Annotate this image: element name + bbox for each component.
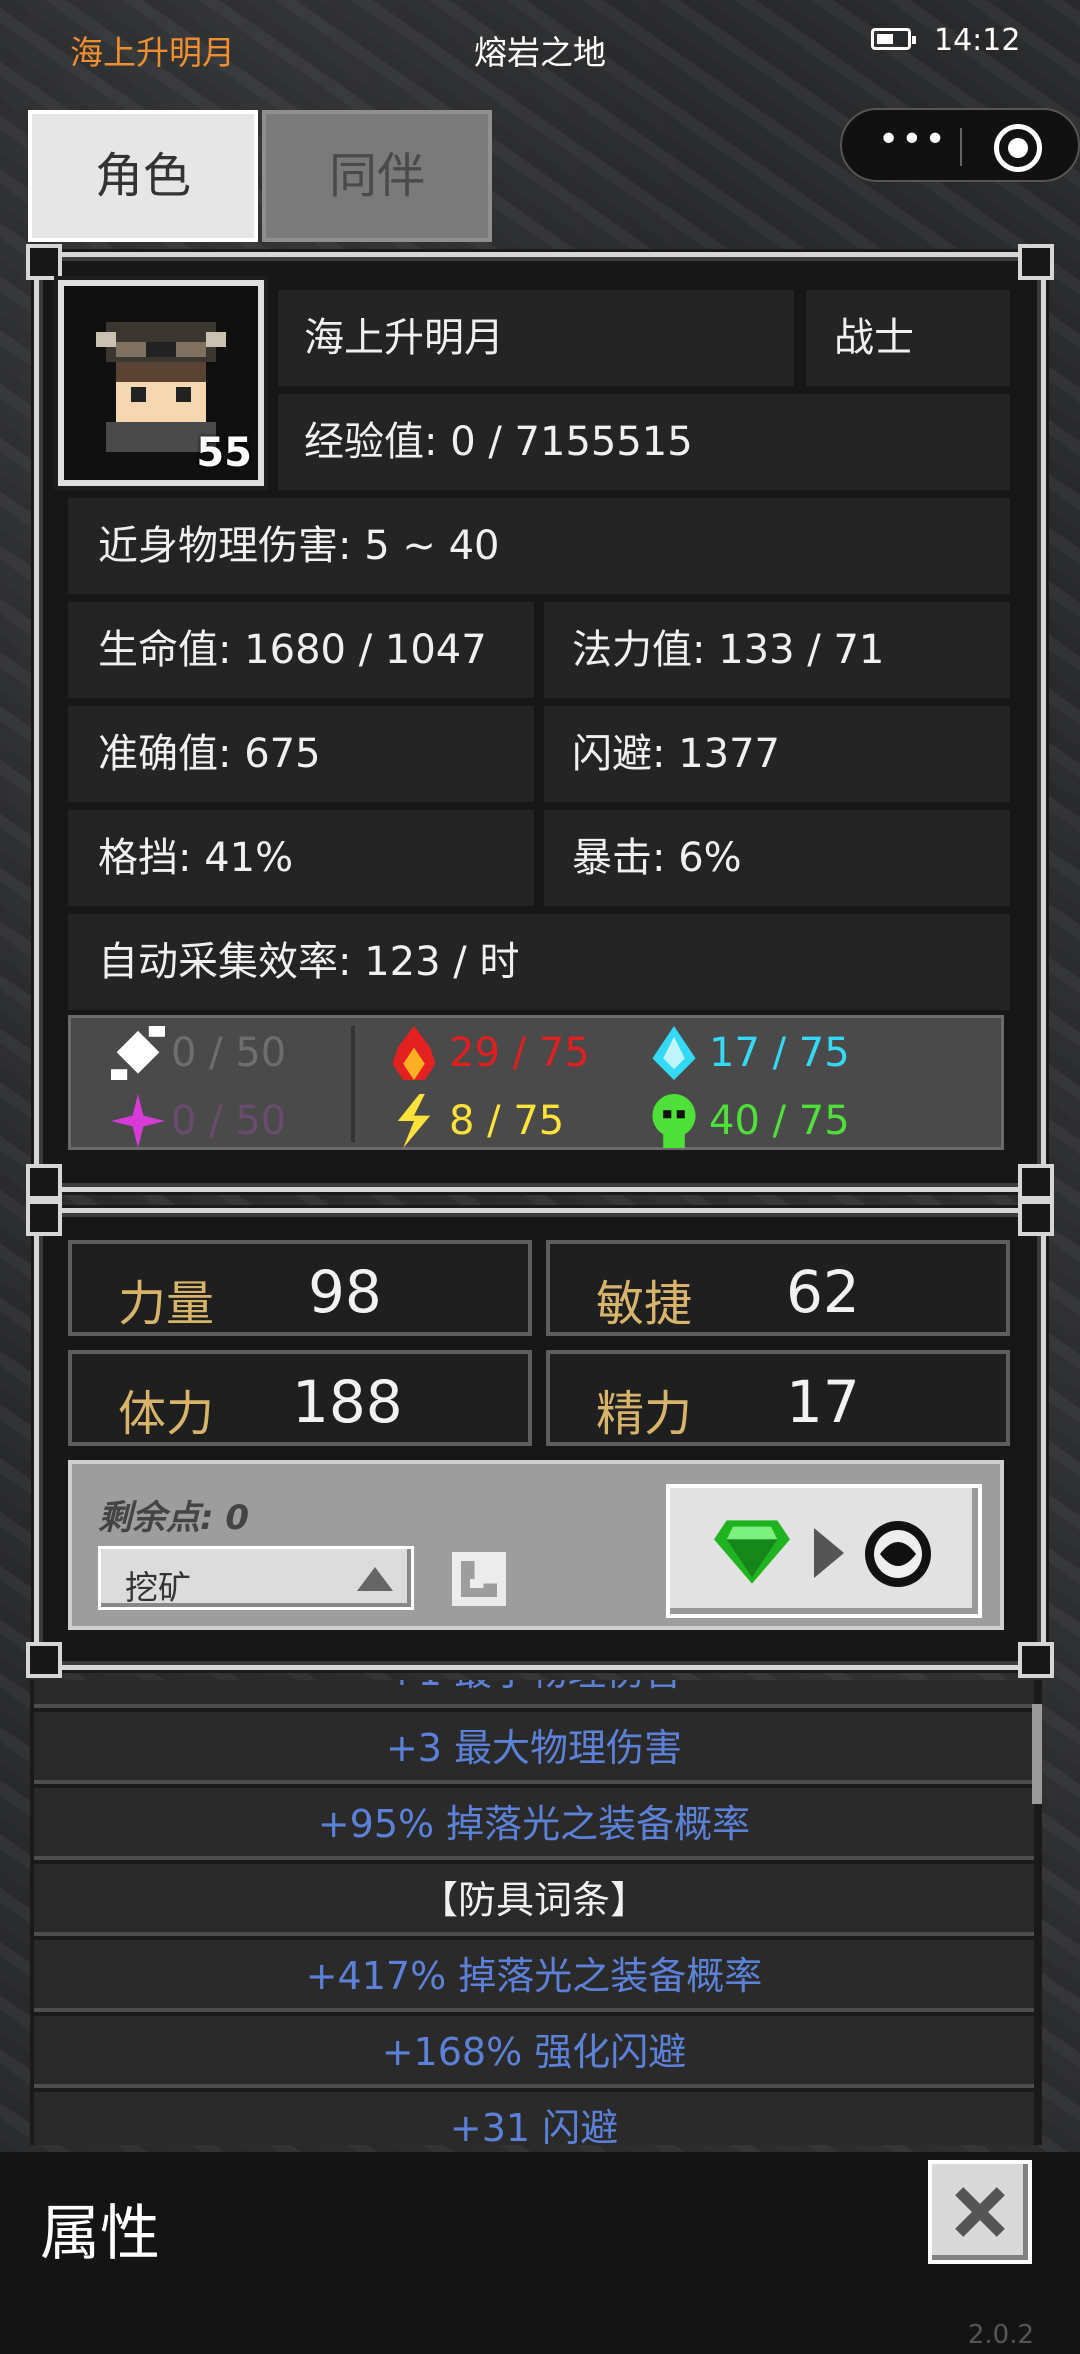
list-item: +95% 掉落光之装备概率 [34,1788,1034,1860]
list-item: +31 闪避 [34,2092,1034,2145]
accuracy-text: 准确值: 675 [98,731,321,777]
tab-companion[interactable]: 同伴 [262,110,492,242]
class-cell: 战士 [806,290,1010,386]
attr-strength-name: 力量 [118,1276,215,1332]
gather-cell: 自动采集效率: 123 / 时 [68,914,1010,1010]
status-bar: 海上升明月 熔岩之地 14:12 [0,0,1080,96]
exp-cell: 经验值: 0 / 7155515 [278,394,1010,490]
crit-text: 暴击: 6% [572,835,742,881]
corner-ornament [1018,1200,1054,1236]
poison-skull-icon [652,1094,696,1148]
location-title: 熔岩之地 [474,33,606,72]
crit-cell: 暴击: 6% [544,810,1010,906]
corner-ornament [26,1164,62,1200]
block-cell: 格挡: 41% [68,810,534,906]
close-icon [955,2187,1005,2237]
hp-text: 生命值: 1680 / 1047 [98,627,487,673]
scrollbar[interactable] [1032,1704,1042,1804]
avatar[interactable]: 55 [54,276,268,490]
page-title: 属性 [40,2199,160,2269]
lightning-resist-value: 8 / 75 [449,1098,565,1144]
resistance-bar: 0 / 50 0 / 50 29 / 75 8 / 75 17 / 75 40 … [68,1015,1004,1150]
close-miniprogram-icon[interactable] [994,124,1042,172]
fire-resist-icon [392,1026,436,1080]
list-item: +3 最大物理伤害 [34,1712,1034,1784]
corner-ornament [1018,1164,1054,1200]
gather-rate-text: 自动采集效率: 123 / 时 [98,939,520,985]
bottom-bar [0,2152,1080,2354]
tab-character[interactable]: 角色 [28,110,258,242]
accuracy-cell: 准确值: 675 [68,706,534,802]
version-label: 2.0.2 [967,2320,1034,2350]
block-text: 格挡: 41% [98,835,294,881]
attr-agility-name: 敏捷 [596,1276,693,1332]
list-item: 【防具词条】 [34,1864,1034,1936]
external-link-icon[interactable] [452,1552,506,1606]
attr-agility-value: 62 [786,1258,860,1326]
corner-ornament [26,1642,62,1678]
melee-cell: 近身物理伤害: 5 ~ 40 [68,498,1010,594]
attr-spirit[interactable]: 精力 17 [546,1350,1010,1446]
lightning-resist-icon [397,1094,431,1148]
list-item: +417% 掉落光之装备概率 [34,1940,1034,2012]
attr-strength-value: 98 [308,1258,382,1326]
list-item: +1 最小物理伤害 [34,1680,1034,1708]
remaining-points: 剩余点: 0 [98,1498,250,1538]
auto-task-select[interactable]: 挖矿 [98,1546,414,1610]
mp-cell: 法力值: 133 / 71 [544,602,1010,698]
melee-damage-text: 近身物理伤害: 5 ~ 40 [98,523,500,569]
attr-spirit-name: 精力 [596,1386,693,1442]
attr-stamina-name: 体力 [118,1386,215,1442]
hp-cell: 生命值: 1680 / 1047 [68,602,534,698]
level-badge: 55 [196,430,252,476]
corner-ornament [1018,1642,1054,1678]
battery-icon [871,28,916,50]
affix-list[interactable]: +1 最小物理伤害 +3 最大物理伤害 +95% 掉落光之装备概率 【防具词条】… [30,1680,1042,2145]
character-class: 战士 [834,315,914,361]
close-button[interactable] [928,2160,1032,2264]
clock: 14:12 [934,23,1021,58]
attr-stamina-value: 188 [292,1368,403,1436]
ice-resist-value: 17 / 75 [709,1030,850,1076]
arrow-right-icon [814,1528,844,1578]
name-cell: 海上升明月 [278,290,794,386]
attr-strength[interactable]: 力量 98 [68,1240,532,1336]
auto-task-value: 挖矿 [125,1568,191,1607]
exp-text: 经验值: 0 / 7155515 [304,419,693,465]
capsule-divider [960,128,962,166]
mp-text: 法力值: 133 / 71 [572,627,885,673]
arcane-resist-icon [111,1094,165,1148]
poison-resist-value: 40 / 75 [709,1098,850,1144]
attr-stamina[interactable]: 体力 188 [68,1350,532,1446]
dodge-text: 闪避: 1377 [572,731,780,777]
points-panel: 剩余点: 0 挖矿 [68,1460,1004,1630]
chevron-up-icon [357,1567,393,1591]
corner-ornament [26,244,62,280]
character-name: 海上升明月 [304,315,504,361]
list-item: +168% 强化闪避 [34,2016,1034,2088]
miniprogram-capsule: ••• [840,108,1080,182]
emerald-gem-icon [714,1520,790,1584]
more-menu-icon[interactable]: ••• [878,122,946,162]
convert-gem-button[interactable] [666,1484,982,1618]
corner-ornament [1018,244,1054,280]
physical-resist-value: 0 / 50 [171,1030,287,1076]
arcane-resist-value: 0 / 50 [171,1098,287,1144]
attr-agility[interactable]: 敏捷 62 [546,1240,1010,1336]
dodge-cell: 闪避: 1377 [544,706,1010,802]
fire-resist-value: 29 / 75 [449,1030,590,1076]
corner-ornament [26,1200,62,1236]
attr-spirit-value: 17 [786,1368,860,1436]
divider [351,1026,355,1142]
physical-resist-icon [111,1026,165,1080]
swirl-orb-icon [865,1521,931,1587]
ice-resist-icon [652,1026,696,1080]
